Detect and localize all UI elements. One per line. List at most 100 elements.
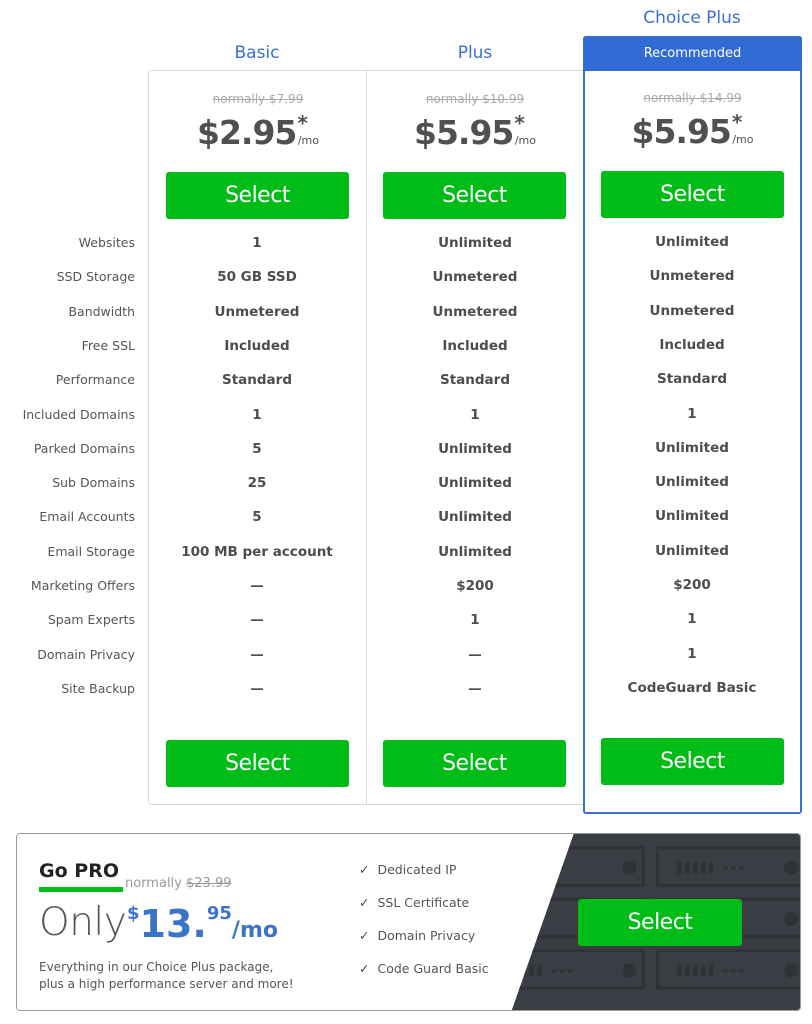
go-pro-price: $13.95/mo [127, 902, 278, 946]
normal-price: normally $7.99 [212, 92, 304, 106]
feature-value: — [250, 612, 264, 628]
price-amount: $2.95 [196, 113, 297, 152]
feature-value: 5 [252, 441, 262, 457]
price-period: /mo [732, 133, 754, 146]
feature-label: Websites [78, 235, 135, 250]
feature-value: 5 [252, 509, 262, 525]
plan-card-choice-plus: Recommended normally $14.99 $5.95*/mo Se… [583, 36, 802, 814]
feature-value: $200 [456, 578, 494, 594]
go-pro-feature-list: ✓ Dedicated IP ✓ SSL Certificate ✓ Domain P… [359, 862, 489, 994]
checkmark-icon: ✓ [359, 895, 370, 910]
feature-label: SSD Storage [56, 269, 135, 284]
feature-value: Unlimited [438, 509, 512, 525]
price-asterisk: * [514, 111, 525, 135]
feature-label: Spam Experts [47, 612, 135, 627]
checkmark-icon: ✓ [359, 961, 370, 976]
feature-label: Email Storage [47, 544, 135, 559]
price-cents: 95 [206, 903, 232, 924]
select-button-plus-bottom[interactable]: Select [383, 740, 566, 787]
go-pro-description: Everything in our Choice Plus package, p… [39, 959, 329, 993]
normal-price: normally $14.99 [643, 91, 742, 105]
feature-value: Unlimited [655, 474, 729, 490]
feature-value: Unmetered [432, 304, 518, 320]
feature-value: Unlimited [438, 235, 512, 251]
feature-value: Unmetered [214, 304, 300, 320]
price-whole: 13. [139, 902, 207, 946]
price-period: /mo [514, 134, 536, 147]
select-button-basic-bottom[interactable]: Select [166, 740, 349, 787]
feature-value: 100 MB per account [181, 544, 333, 560]
select-button-go-pro[interactable]: Select [578, 899, 742, 946]
plan-title-basic: Basic [234, 43, 280, 63]
price-amount: $5.95 [631, 112, 731, 151]
plan-title-plus: Plus [457, 43, 493, 63]
price-period: /mo [231, 918, 278, 943]
feature-value: — [468, 681, 482, 697]
select-button-basic-top[interactable]: Select [166, 172, 349, 219]
feature-value: 1 [687, 406, 697, 422]
go-pro-feature: ✓ Code Guard Basic [359, 961, 489, 994]
feature-value: 1 [687, 611, 697, 627]
feature-value: 25 [247, 475, 267, 491]
feature-value: Standard [222, 372, 292, 388]
feature-value: 1 [252, 407, 262, 423]
checkmark-icon: ✓ [359, 862, 370, 877]
select-button-choice-plus-bottom[interactable]: Select [601, 738, 784, 785]
feature-value: Standard [440, 372, 510, 388]
go-pro-feature: ✓ SSL Certificate [359, 895, 489, 928]
feature-label: Code Guard Basic [377, 961, 489, 976]
feature-value: 50 GB SSD [217, 269, 297, 285]
feature-value: Unlimited [655, 234, 729, 250]
feature-value: — [468, 647, 482, 663]
feature-value: — [250, 681, 264, 697]
feature-label: Dedicated IP [377, 862, 457, 877]
feature-value: Unmetered [649, 303, 735, 319]
price-amount: $5.95 [413, 113, 514, 152]
select-button-plus-top[interactable]: Select [383, 172, 566, 219]
price-currency: $ [127, 903, 140, 924]
normal-price: normally $10.99 [425, 92, 525, 106]
go-pro-normal-price: normally $23.99 [125, 876, 232, 891]
feature-value: 1 [687, 646, 697, 662]
recommended-badge: Recommended [583, 36, 802, 71]
go-pro-underline [39, 887, 123, 892]
sale-price: $2.95*/mo [149, 111, 367, 152]
feature-value: Unlimited [655, 543, 729, 559]
feature-value: Unlimited [438, 544, 512, 560]
feature-value: Included [659, 337, 725, 353]
feature-value: 1 [470, 407, 480, 423]
feature-label: Site Backup [61, 681, 135, 696]
feature-label: Domain Privacy [377, 928, 476, 943]
feature-value: Unlimited [655, 440, 729, 456]
feature-value: Standard [657, 371, 727, 387]
feature-value: $200 [673, 577, 711, 593]
checkmark-icon: ✓ [359, 928, 370, 943]
select-button-choice-plus-top[interactable]: Select [601, 171, 784, 218]
feature-label: SSL Certificate [377, 895, 470, 910]
feature-label: Bandwidth [68, 304, 135, 319]
go-pro-title: Go PRO [39, 860, 119, 882]
feature-label: Parked Domains [33, 441, 135, 456]
normally-amount: $23.99 [186, 876, 232, 891]
feature-value: CodeGuard Basic [627, 680, 757, 696]
plan-title-choice-plus: Choice Plus [643, 8, 741, 28]
go-pro-feature: ✓ Domain Privacy [359, 928, 489, 961]
feature-label: Performance [55, 372, 135, 387]
feature-value: Included [224, 338, 290, 354]
normally-prefix: normally [125, 876, 182, 891]
feature-value: Unlimited [438, 441, 512, 457]
feature-value: 1 [252, 235, 262, 251]
description-line: plus a high performance server and more! [39, 977, 294, 991]
feature-value: Included [442, 338, 508, 354]
feature-label: Email Accounts [39, 509, 135, 524]
feature-value: Unmetered [432, 269, 518, 285]
price-asterisk: * [297, 111, 308, 135]
feature-label: Marketing Offers [30, 578, 135, 593]
go-pro-feature: ✓ Dedicated IP [359, 862, 489, 895]
price-period: /mo [297, 134, 319, 147]
sale-price: $5.95*/mo [585, 110, 800, 151]
feature-value: — [250, 578, 264, 594]
feature-label: Sub Domains [52, 475, 135, 490]
price-asterisk: * [731, 110, 743, 134]
feature-label: Domain Privacy [37, 647, 135, 662]
